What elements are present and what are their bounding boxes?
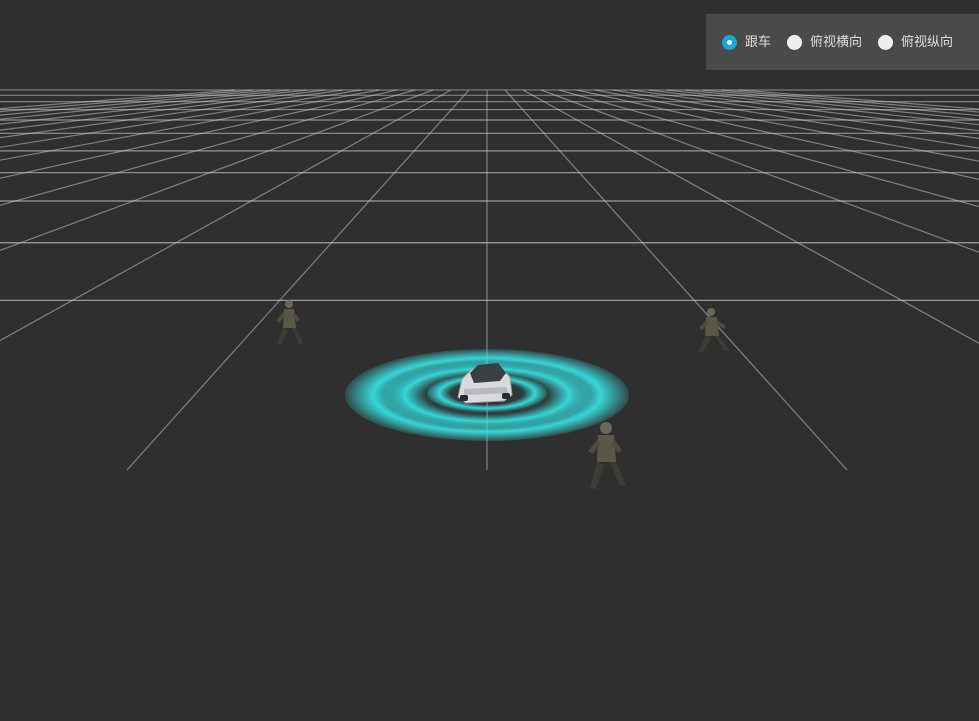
- grid-line-depth: [0, 89, 308, 125]
- grid-line-depth: [0, 89, 380, 161]
- grid-line-depth: [702, 89, 979, 117]
- radio-top-horizontal[interactable]: [787, 34, 803, 50]
- grid-line-depth: [0, 89, 290, 120]
- pedestrian-right[interactable]: [698, 308, 729, 353]
- view-mode-panel: 跟车 俯视横向 俯视纵向: [706, 14, 979, 70]
- grid-line-depth: [720, 89, 979, 113]
- grid-line-depth: [630, 89, 979, 139]
- soldier-icon: [276, 300, 303, 345]
- grid-line-depth: [738, 89, 979, 110]
- grid-line-depth: [576, 89, 979, 180]
- grid-line-depth: [0, 89, 254, 113]
- pedestrian-left[interactable]: [276, 300, 303, 345]
- grid-line-depth: [666, 89, 979, 126]
- view-option-follow[interactable]: 跟车: [722, 34, 772, 50]
- grid-line-depth: [0, 89, 326, 131]
- view-option-top-horizontal[interactable]: 俯视横向: [787, 34, 863, 50]
- grid-line-depth: [0, 89, 416, 206]
- grid-line-depth: [648, 89, 979, 132]
- grid-line-depth: [0, 89, 272, 116]
- pedestrian-front[interactable]: [588, 422, 626, 489]
- grid-line-depth: [594, 89, 979, 162]
- grid-line-depth: [0, 89, 398, 179]
- soldier-icon: [588, 422, 626, 489]
- grid-line-depth: [0, 89, 362, 148]
- view-option-top-vertical[interactable]: 俯视纵向: [878, 34, 954, 50]
- grid-line-depth: [0, 89, 344, 139]
- view-option-label: 俯视横向: [810, 34, 863, 50]
- soldier-icon: [698, 308, 729, 353]
- view-option-label: 俯视纵向: [901, 34, 954, 50]
- 3d-scene-viewport[interactable]: [0, 0, 979, 721]
- grid-line-depth: [558, 89, 979, 208]
- grid-line-depth: [0, 89, 236, 110]
- view-option-label: 跟车: [745, 34, 772, 50]
- radio-follow[interactable]: [722, 34, 737, 50]
- radio-top-vertical[interactable]: [878, 34, 894, 50]
